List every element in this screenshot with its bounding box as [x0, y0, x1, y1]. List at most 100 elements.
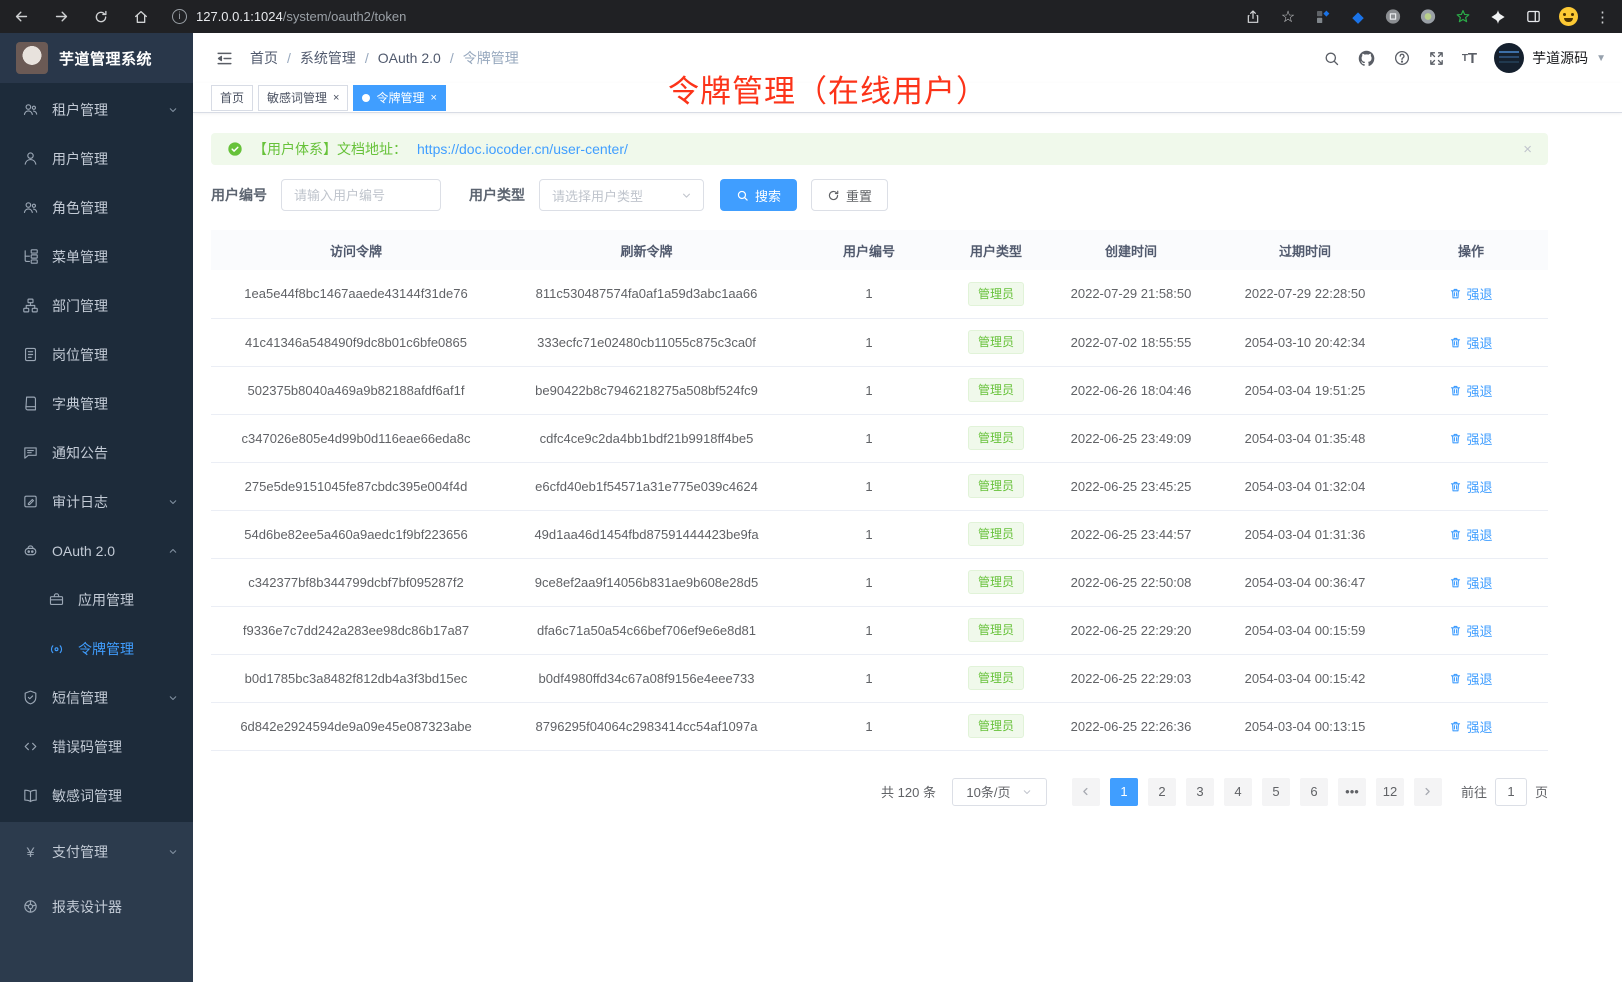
alert-close-icon[interactable]: × [1523, 141, 1532, 158]
page-button-12[interactable]: 12 [1376, 778, 1404, 806]
sidebar-item-error-code[interactable]: 错误码管理 [0, 722, 193, 771]
site-info-icon[interactable]: i [172, 9, 187, 24]
page-button-1[interactable]: 1 [1110, 778, 1138, 806]
profile-avatar[interactable] [1559, 7, 1578, 26]
expire-time-cell: 2054-03-04 01:32:04 [1216, 462, 1394, 510]
sidebar-item-role[interactable]: 角色管理 [0, 183, 193, 232]
audit-icon [22, 493, 39, 510]
doc-link[interactable]: https://doc.iocoder.cn/user-center/ [417, 141, 628, 157]
sidebar-item-pay[interactable]: ¥支付管理 [0, 824, 193, 879]
force-logout-button[interactable]: 强退 [1449, 669, 1492, 688]
extension-grid-icon[interactable] [1314, 8, 1332, 26]
tag-view-tab[interactable]: 敏感词管理× [258, 85, 348, 111]
sidebar-item-user[interactable]: 用户管理 [0, 134, 193, 183]
sidebar-item-oauth2-token[interactable]: 令牌管理 [0, 624, 193, 673]
user-type-tag: 管理员 [968, 714, 1024, 738]
breadcrumb-separator: / [287, 50, 291, 66]
user-id-cell: 1 [792, 270, 946, 318]
sidebar-item-menu[interactable]: 菜单管理 [0, 232, 193, 281]
header-search-icon[interactable] [1323, 50, 1340, 67]
sidebar-item-oauth2[interactable]: OAuth 2.0 [0, 526, 193, 575]
page-button-3[interactable]: 3 [1186, 778, 1214, 806]
sidebar-item-dept[interactable]: 部门管理 [0, 281, 193, 330]
access-token-cell: f9336e7c7dd242a283ee98dc86b17a87 [211, 606, 501, 654]
search-button[interactable]: 搜索 [720, 179, 797, 211]
page-button-4[interactable]: 4 [1224, 778, 1252, 806]
tag-view-tab[interactable]: 令牌管理 × [353, 85, 445, 111]
sidebar-item-sms[interactable]: 短信管理 [0, 673, 193, 722]
browser-home-icon[interactable] [132, 8, 150, 26]
reset-button[interactable]: 重置 [811, 179, 888, 211]
tab-close-icon[interactable]: × [333, 92, 339, 104]
sidebar-item-post[interactable]: 岗位管理 [0, 330, 193, 379]
user-type-select[interactable]: 请选择用户类型 [539, 179, 704, 211]
force-logout-label: 强退 [1466, 284, 1492, 303]
address-bar[interactable]: i 127.0.0.1:1024/system/oauth2/token [172, 9, 1244, 24]
tag-view-tab[interactable]: 首页 [211, 85, 253, 111]
sidebar-item-tenant[interactable]: 租户管理 [0, 85, 193, 134]
post-icon [22, 346, 39, 363]
chevron-down-icon [167, 692, 179, 704]
table-row: c342377bf8b344799dcbf7bf095287f29ce8ef2a… [211, 558, 1548, 606]
force-logout-button[interactable]: 强退 [1449, 525, 1492, 544]
user-id-input[interactable] [281, 179, 441, 211]
bookmark-star-icon[interactable]: ☆ [1279, 8, 1297, 26]
extension-dot-circle-icon[interactable] [1419, 8, 1437, 26]
refresh-token-cell: 8796295f04064c2983414cc54af1097a [501, 702, 792, 750]
page-button-6[interactable]: 6 [1300, 778, 1328, 806]
extension-pin-icon[interactable] [1489, 8, 1507, 26]
force-logout-button[interactable]: 强退 [1449, 381, 1492, 400]
force-logout-button[interactable]: 强退 [1449, 621, 1492, 640]
page-ellipsis[interactable]: ••• [1338, 778, 1366, 806]
user-menu[interactable]: 芋道源码 ▼ [1494, 43, 1606, 73]
breadcrumb-item[interactable]: 首页 [250, 48, 278, 68]
doc-alert: 【用户体系】文档地址： https://doc.iocoder.cn/user-… [211, 133, 1548, 165]
next-page-button[interactable] [1414, 778, 1442, 806]
page-button-2[interactable]: 2 [1148, 778, 1176, 806]
page-size-select[interactable]: 10条/页 [952, 778, 1047, 806]
page-button-5[interactable]: 5 [1262, 778, 1290, 806]
browser-back-icon[interactable] [12, 8, 30, 26]
side-panel-icon[interactable] [1524, 8, 1542, 26]
caret-down-icon: ▼ [1596, 53, 1606, 64]
sidebar-item-dict[interactable]: 字典管理 [0, 379, 193, 428]
browser-forward-icon[interactable] [52, 8, 70, 26]
browser-menu-icon[interactable]: ⋮ [1595, 8, 1610, 26]
sidebar-item-audit-log[interactable]: 审计日志 [0, 477, 193, 526]
force-logout-button[interactable]: 强退 [1449, 333, 1492, 352]
force-logout-button[interactable]: 强退 [1449, 717, 1492, 736]
breadcrumb-item[interactable]: 系统管理 [300, 48, 356, 68]
sidebar-item-label: 菜单管理 [52, 247, 108, 267]
share-icon[interactable] [1244, 8, 1262, 26]
force-logout-button[interactable]: 强退 [1449, 573, 1492, 592]
github-icon[interactable] [1357, 49, 1376, 68]
sidebar-item-oauth2-app[interactable]: 应用管理 [0, 575, 193, 624]
access-token-cell: 41c41346a548490f9dc8b01c6bfe0865 [211, 318, 501, 366]
access-token-cell: b0d1785bc3a8482f812db4a3f3bd15ec [211, 654, 501, 702]
force-logout-button[interactable]: 强退 [1449, 284, 1492, 303]
extension-diamond-icon[interactable]: ◆ [1349, 8, 1367, 26]
refresh-token-cell: e6cfd40eb1f54571a31e775e039c4624 [501, 462, 792, 510]
sidebar-fold-icon[interactable] [215, 49, 234, 68]
app-logo[interactable]: 芋道管理系统 [0, 33, 193, 83]
topbar: 首页/系统管理/OAuth 2.0/令牌管理 TT 芋道源码 ▼ [193, 33, 1622, 83]
user-type-cell: 管理员 [946, 558, 1046, 606]
user-type-placeholder: 请选择用户类型 [552, 186, 643, 205]
font-size-icon[interactable]: TT [1462, 50, 1477, 67]
sidebar-item-notice[interactable]: 通知公告 [0, 428, 193, 477]
tab-label: 令牌管理 [376, 89, 424, 106]
sidebar-item-report[interactable]: 报表设计器 [0, 879, 193, 934]
extension-green-star-icon[interactable] [1454, 8, 1472, 26]
extension-gray-circle-icon[interactable] [1384, 8, 1402, 26]
breadcrumb-item[interactable]: OAuth 2.0 [378, 50, 441, 66]
force-logout-button[interactable]: 强退 [1449, 429, 1492, 448]
fullscreen-icon[interactable] [1428, 50, 1445, 67]
prev-page-button[interactable] [1072, 778, 1100, 806]
goto-page-input[interactable] [1495, 778, 1527, 806]
trash-icon [1449, 384, 1462, 397]
help-icon[interactable] [1393, 49, 1411, 67]
force-logout-button[interactable]: 强退 [1449, 477, 1492, 496]
browser-reload-icon[interactable] [92, 8, 110, 26]
tab-close-icon[interactable]: × [430, 92, 436, 104]
sidebar-item-sensitive-word[interactable]: 敏感词管理 [0, 771, 193, 820]
